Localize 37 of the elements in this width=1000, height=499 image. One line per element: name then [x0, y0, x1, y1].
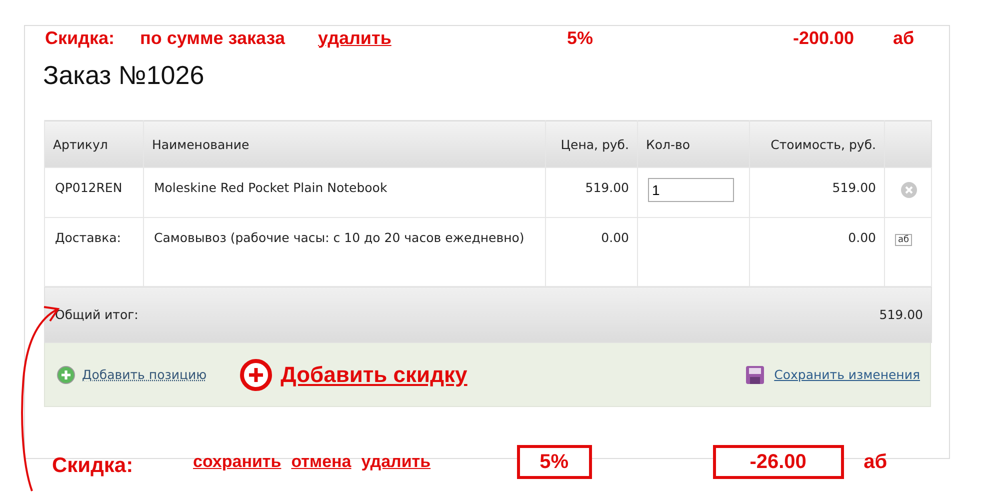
order-title: Заказ №1026: [43, 60, 204, 91]
save-icon[interactable]: [746, 366, 764, 384]
total-value: 519.00: [879, 307, 923, 322]
discount-action-link[interactable]: удалить: [361, 452, 431, 472]
discount-action-link[interactable]: сохранить: [193, 452, 282, 472]
table-cell: Доставка:: [44, 218, 144, 286]
discount-label: Скидка:: [52, 454, 134, 478]
column-header: Артикул: [44, 120, 144, 168]
discount-percent: 5%: [567, 28, 594, 48]
table-cell: Самовывоз (рабочие часы: с 10 до 20 часов ежедневно): [144, 218, 546, 286]
discount-label: Скидка:: [45, 28, 116, 48]
table-cell: 519.00: [750, 168, 884, 218]
quantity-field[interactable]: 1: [648, 178, 734, 202]
discount-type: по сумме заказа: [140, 28, 286, 48]
save-link[interactable]: Сохранить изменения: [774, 367, 920, 382]
currency-text: аб: [864, 450, 888, 474]
column-header: Стоимость, руб.: [750, 120, 884, 168]
amount-field[interactable]: -26.00: [712, 445, 844, 479]
discount-action-link[interactable]: отмена: [291, 452, 352, 472]
layout-badge[interactable]: аб: [895, 234, 912, 246]
currency-text: аб: [893, 28, 914, 48]
column-header: Наименование: [144, 120, 546, 168]
add-icon[interactable]: [57, 366, 75, 384]
delete-link[interactable]: удалить: [318, 28, 567, 48]
add-discount-link[interactable]: Добавить скидку: [280, 362, 468, 388]
table-cell: 0.00: [546, 218, 638, 286]
add-item-link[interactable]: Добавить позицию: [82, 367, 207, 382]
table-cell: 0.00: [750, 218, 884, 286]
discount-amount: -200.00: [793, 28, 856, 48]
column-header: Цена, руб.: [546, 120, 638, 168]
column-header: Кол-во: [638, 120, 750, 168]
table-cell: 519.00: [546, 168, 638, 218]
percent-field[interactable]: 5%: [516, 445, 592, 479]
table-cell: QP012REN: [44, 168, 144, 218]
total-label: Общий итог:: [55, 307, 138, 322]
add-icon[interactable]: [238, 358, 273, 392]
table-cell: Moleskine Red Pocket Plain Notebook: [144, 168, 546, 218]
